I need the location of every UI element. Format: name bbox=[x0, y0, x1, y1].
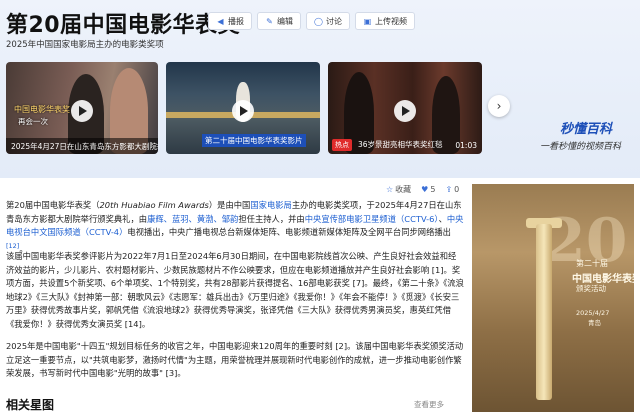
award-poster-image[interactable]: 20 第二十届 中国电影华表奖 颁奖活动 2025/4/27 青岛 bbox=[472, 184, 634, 412]
section-title: 相关星图 bbox=[6, 398, 55, 412]
article-paragraph-2: 该届中国电影华表奖参评影片为2022年7月1日至2024年6月30日期间，在中国… bbox=[6, 251, 464, 329]
poster-date: 2025/4/27 bbox=[576, 309, 610, 317]
video-card-3[interactable]: 热点 36岁景甜亮相华表奖红毯 01:03 bbox=[328, 62, 482, 154]
play-icon[interactable] bbox=[394, 100, 416, 122]
video-overlay-sub: 再会一次 bbox=[18, 117, 48, 126]
play-icon[interactable] bbox=[71, 100, 93, 122]
upload-video-icon: ▣ bbox=[363, 16, 372, 26]
video-caption: 2025年4月27日在山东青岛东方影都大剧院举行 bbox=[6, 138, 158, 154]
share-icon: ⇪ bbox=[445, 185, 453, 194]
hot-badge: 热点 bbox=[332, 139, 352, 151]
video-caption: 36岁景甜亮相华表奖红毯 bbox=[358, 140, 443, 149]
video-card-2[interactable]: 第二十届中国电影华表奖影片 bbox=[166, 62, 320, 154]
thumbs-up-icon: ♥ bbox=[421, 185, 429, 194]
upload-video-button[interactable]: ▣ 上传视频 bbox=[355, 12, 415, 30]
video-card-1[interactable]: 中国电影华表奖 再会一次 2025年4月27日在山东青岛东方影都大剧院举行 bbox=[6, 62, 158, 154]
comment-icon: ◯ bbox=[314, 16, 323, 26]
poster-line-3: 颁奖活动 bbox=[576, 284, 606, 293]
link-film-bureau[interactable]: 国家电影局 bbox=[250, 200, 292, 210]
reference-link[interactable]: [12] bbox=[6, 242, 19, 250]
see-more-link[interactable]: 查看更多 bbox=[414, 399, 444, 410]
brand-logo: 秒懂百科 bbox=[560, 122, 613, 137]
video-duration: 01:03 bbox=[455, 141, 477, 150]
article-paragraph-3: 2025年是中国电影"十四五"规划目标任务的收官之年，中国电影迎来120周年的重… bbox=[6, 341, 464, 379]
chevron-right-icon: › bbox=[496, 99, 502, 113]
poster-line-1: 第二十届 bbox=[576, 259, 608, 268]
star-icon: ☆ bbox=[386, 185, 394, 194]
page-title: 第20届中国电影华表奖 bbox=[6, 13, 241, 38]
link-cctv6[interactable]: 中央宣传部电影卫星频道（CCTV-6） bbox=[305, 214, 439, 224]
favorite-button[interactable]: ☆ 收藏 bbox=[386, 184, 411, 195]
article-paragraph-1: 第20届中国电影华表奖（20th Huabiao Film Awards）是由中… bbox=[6, 200, 464, 254]
page-subtitle: 2025年中国国家电影局主办的电影类奖项 bbox=[6, 40, 164, 50]
like-button[interactable]: ♥ 5 bbox=[421, 184, 435, 195]
edit-button[interactable]: ✎ 编辑 bbox=[257, 12, 301, 30]
hero-banner: 第20届中国电影华表奖 2025年中国国家电影局主办的电影类奖项 ◀ 播报 ✎ … bbox=[0, 0, 640, 178]
share-button[interactable]: ⇪ 0 bbox=[445, 184, 459, 195]
play-icon[interactable] bbox=[232, 100, 254, 122]
article-tools: ☆ 收藏 ♥ 5 ⇪ 0 bbox=[386, 184, 459, 195]
video-overlay-title: 中国电影华表奖 bbox=[14, 105, 70, 114]
discuss-button[interactable]: ◯ 讨论 bbox=[306, 12, 350, 30]
link-hosts[interactable]: 康辉、蓝羽、黄渤、邹韵 bbox=[147, 214, 238, 224]
huabiao-pillar bbox=[536, 224, 552, 400]
poster-city: 青岛 bbox=[588, 319, 601, 327]
speaker-icon: ◀ bbox=[217, 16, 224, 26]
broadcast-button[interactable]: ◀ 播报 bbox=[208, 12, 252, 30]
action-bar: ◀ 播报 ✎ 编辑 ◯ 讨论 ▣ 上传视频 bbox=[208, 12, 415, 30]
next-arrow-button[interactable]: › bbox=[488, 95, 510, 117]
video-banner: 第二十届中国电影华表奖影片 bbox=[202, 134, 306, 147]
brand-slogan: 一看秒懂的视频百科 bbox=[540, 142, 622, 152]
edit-icon: ✎ bbox=[266, 16, 273, 26]
